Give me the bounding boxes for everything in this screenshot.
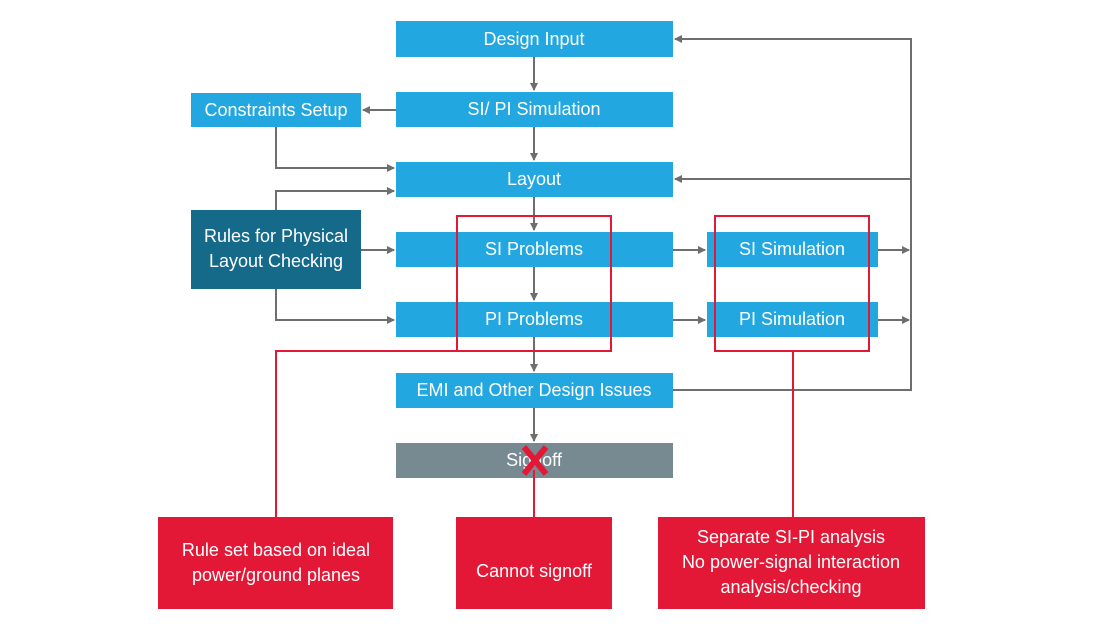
node-si-problems: SI Problems: [485, 239, 583, 259]
node-si-simulation: SI Simulation: [739, 239, 845, 259]
arrow-rules-to-pi: [275, 289, 395, 324]
callout-right-line1: Separate SI-PI analysis: [697, 527, 885, 547]
node-pi-problems: PI Problems: [485, 309, 583, 329]
feedback-to-design-input: [673, 35, 912, 391]
node-rules-line1: Rules for Physical: [204, 226, 348, 246]
callout-right-line2: No power-signal interaction: [682, 552, 900, 572]
node-emi: EMI and Other Design Issues: [416, 380, 651, 400]
node-design-input: Design Input: [483, 29, 584, 49]
callouts: Rule set based on ideal power/ground pla…: [158, 517, 925, 609]
arrow-constraints-to-layout: [275, 127, 395, 172]
node-rules-line2: Layout Checking: [209, 251, 343, 271]
arrow-rules-to-layout: [275, 187, 395, 210]
node-layout: Layout: [507, 169, 561, 189]
callout-right-line3: analysis/checking: [720, 577, 861, 597]
node-constraints-setup: Constraints Setup: [204, 100, 347, 120]
node-sipi-simulation: SI/ PI Simulation: [467, 99, 600, 119]
flow-diagram: Design Input SI/ PI Simulation Constrain…: [0, 0, 1100, 631]
node-pi-simulation: PI Simulation: [739, 309, 845, 329]
diagram-canvas: Design Input SI/ PI Simulation Constrain…: [158, 21, 925, 609]
callout-left-line1: Rule set based on ideal: [182, 540, 370, 560]
callout-middle: Cannot signoff: [476, 561, 593, 581]
callout-left-line2: power/ground planes: [192, 565, 360, 585]
